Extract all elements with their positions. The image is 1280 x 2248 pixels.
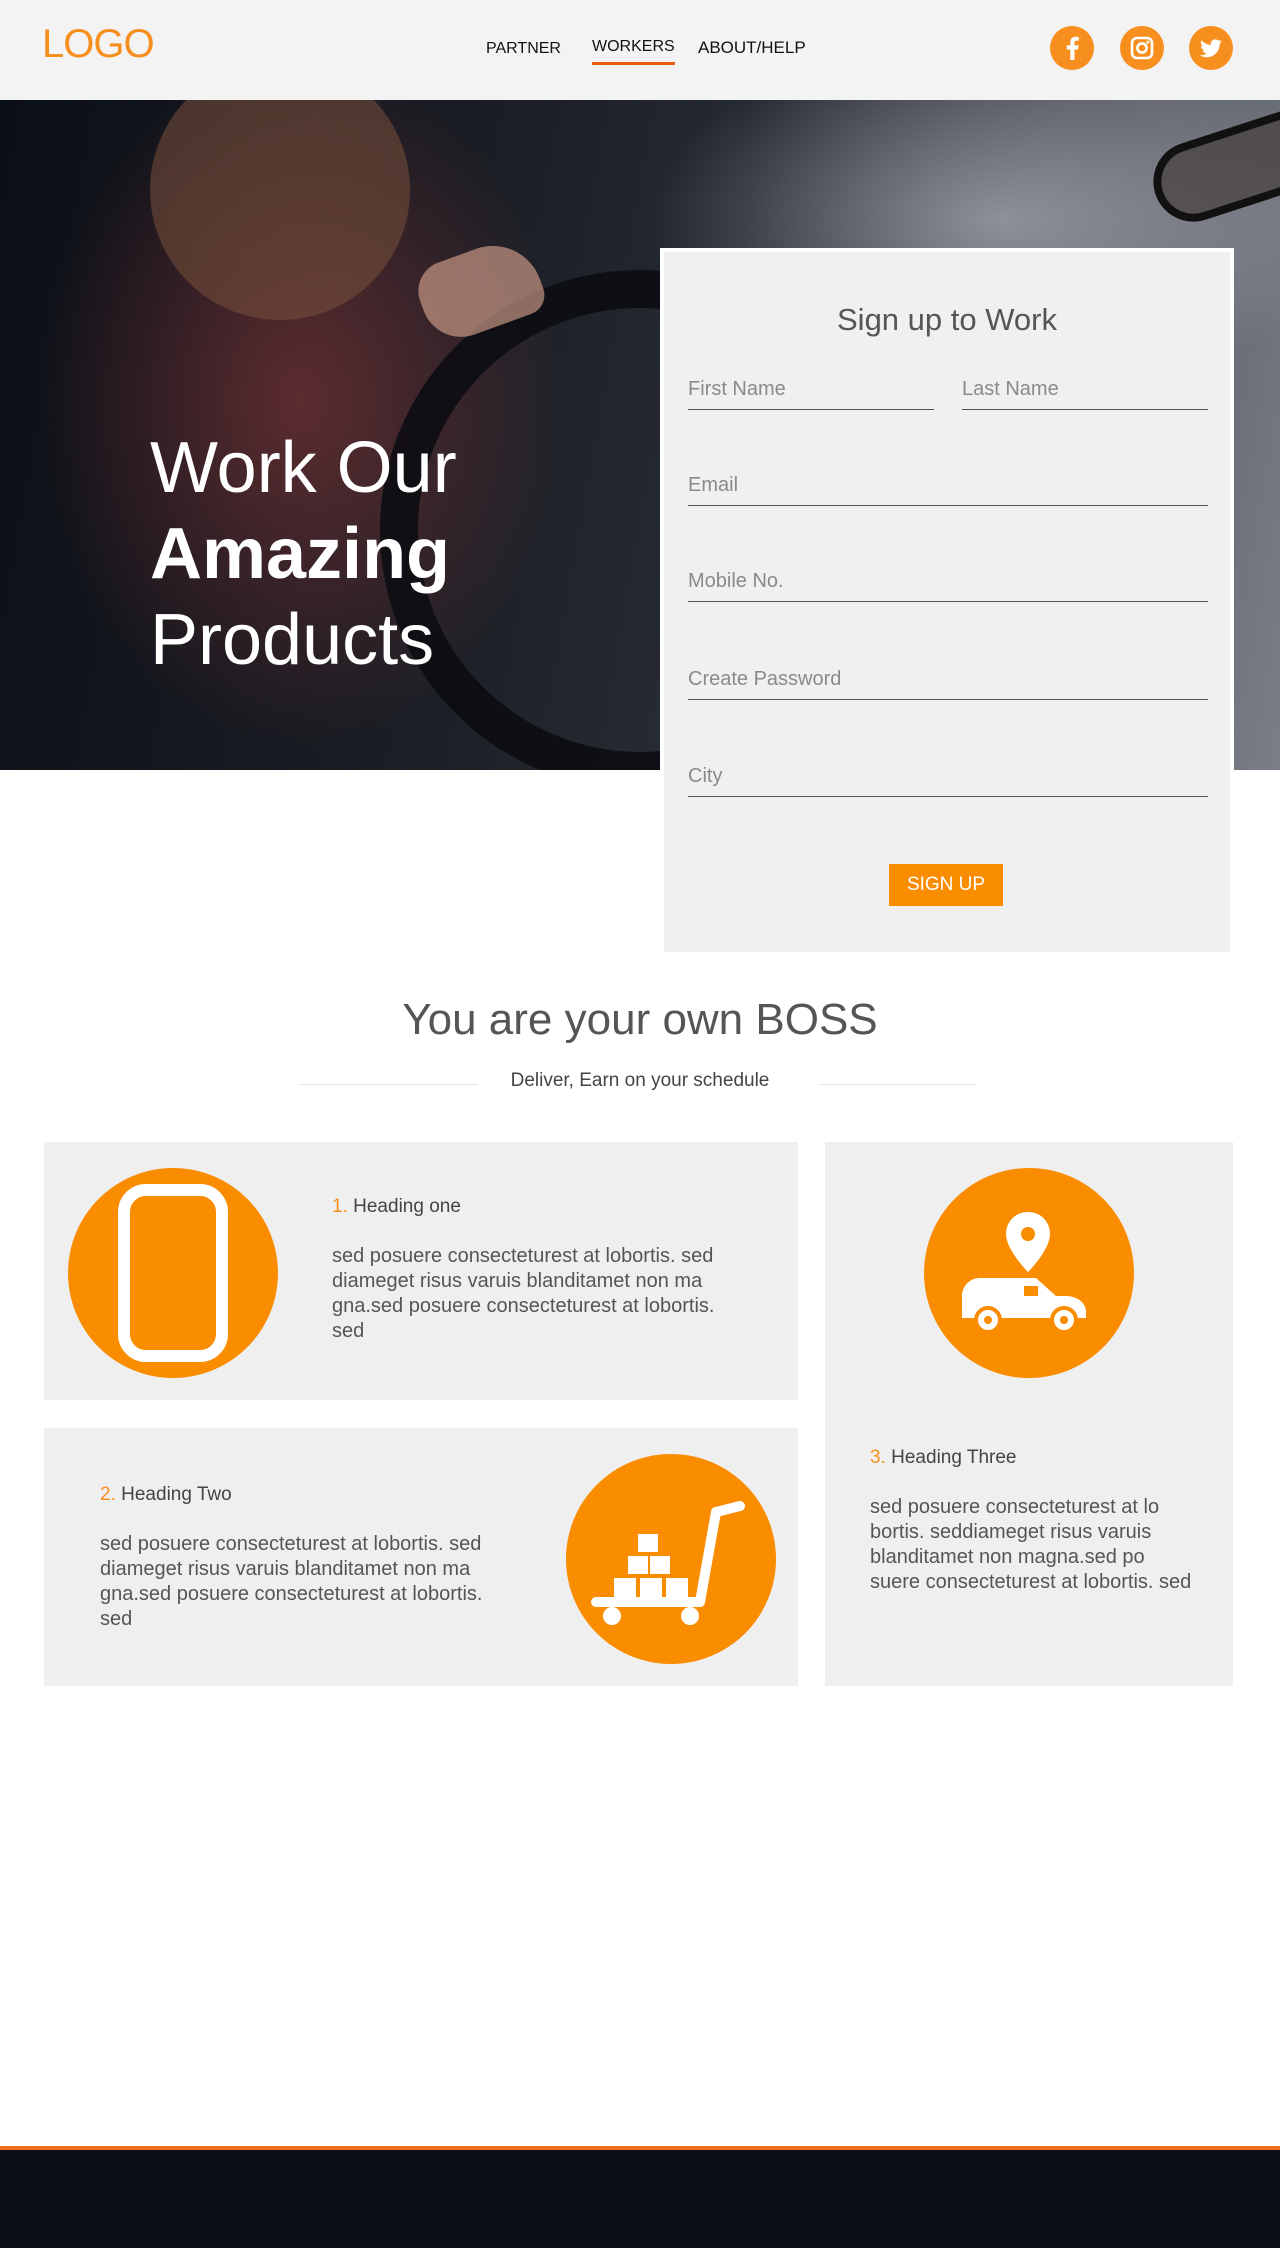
hero-line-3: Products: [150, 600, 435, 680]
feature-number: 2.: [100, 1484, 116, 1505]
hero-headline: Work Our Amazing Products: [150, 425, 457, 683]
nav-workers[interactable]: WORKERS: [592, 38, 675, 68]
feature-heading: 1. Heading one: [332, 1196, 461, 1218]
last-name-input[interactable]: [962, 370, 1208, 409]
twitter-icon[interactable]: [1189, 26, 1233, 70]
signup-card: Sign up to Work SIGN UP: [660, 248, 1234, 952]
first-name-field: [688, 370, 934, 410]
section-title: You are your own BOSS: [402, 995, 878, 1044]
hero-photo-shape: [150, 100, 410, 320]
smartphone-icon: [68, 1168, 278, 1378]
hero-photo-mirror: [1143, 100, 1280, 233]
divider-right: [820, 1084, 976, 1085]
feature-number: 1.: [332, 1196, 348, 1217]
feature-heading-text: Heading one: [353, 1196, 461, 1217]
logo[interactable]: LOGO: [42, 22, 155, 67]
instagram-icon[interactable]: [1120, 26, 1164, 70]
feature-heading: 2. Heading Two: [100, 1484, 232, 1506]
hero-line-1: Work Our: [150, 428, 457, 508]
site-header: LOGO PARTNER WORKERS ABOUT/HELP: [0, 0, 1280, 100]
feature-card-three: 3. Heading Three sed posuere consectetur…: [825, 1142, 1233, 1686]
email-field: [688, 466, 1208, 506]
feature-card-one: 1. Heading one sed posuere consectetures…: [44, 1142, 798, 1400]
last-name-field: [962, 370, 1208, 410]
mobile-input[interactable]: [688, 562, 1208, 601]
feature-number: 3.: [870, 1447, 886, 1468]
delivery-van-icon: [924, 1168, 1134, 1378]
signup-title: Sign up to Work: [837, 302, 1057, 337]
city-input[interactable]: [688, 757, 1208, 796]
first-name-input[interactable]: [688, 370, 934, 409]
sign-up-button[interactable]: SIGN UP: [889, 864, 1003, 906]
facebook-icon[interactable]: [1050, 26, 1094, 70]
nav-about-help[interactable]: ABOUT/HELP: [698, 38, 806, 68]
feature-heading-text: Heading Three: [891, 1447, 1017, 1468]
feature-body: sed posuere consecteturest at lo bortis.…: [870, 1496, 1192, 1593]
feature-heading-text: Heading Two: [121, 1484, 232, 1505]
hero-line-2: Amazing: [150, 514, 451, 594]
site-footer: [0, 2146, 1280, 2248]
feature-body: sed posuere consecteturest at lobortis. …: [100, 1533, 483, 1630]
feature-body: sed posuere consecteturest at lobortis. …: [332, 1245, 715, 1342]
email-input[interactable]: [688, 466, 1208, 505]
password-input[interactable]: [688, 660, 1208, 699]
section-subtitle: Deliver, Earn on your schedule: [510, 1070, 770, 1091]
city-field: [688, 757, 1208, 797]
feature-heading: 3. Heading Three: [870, 1447, 1017, 1469]
hand-truck-icon: [566, 1454, 776, 1664]
feature-card-two: 2. Heading Two sed posuere consectetures…: [44, 1428, 798, 1686]
nav-partner[interactable]: PARTNER: [486, 40, 561, 70]
mobile-field: [688, 562, 1208, 602]
password-field: [688, 660, 1208, 700]
